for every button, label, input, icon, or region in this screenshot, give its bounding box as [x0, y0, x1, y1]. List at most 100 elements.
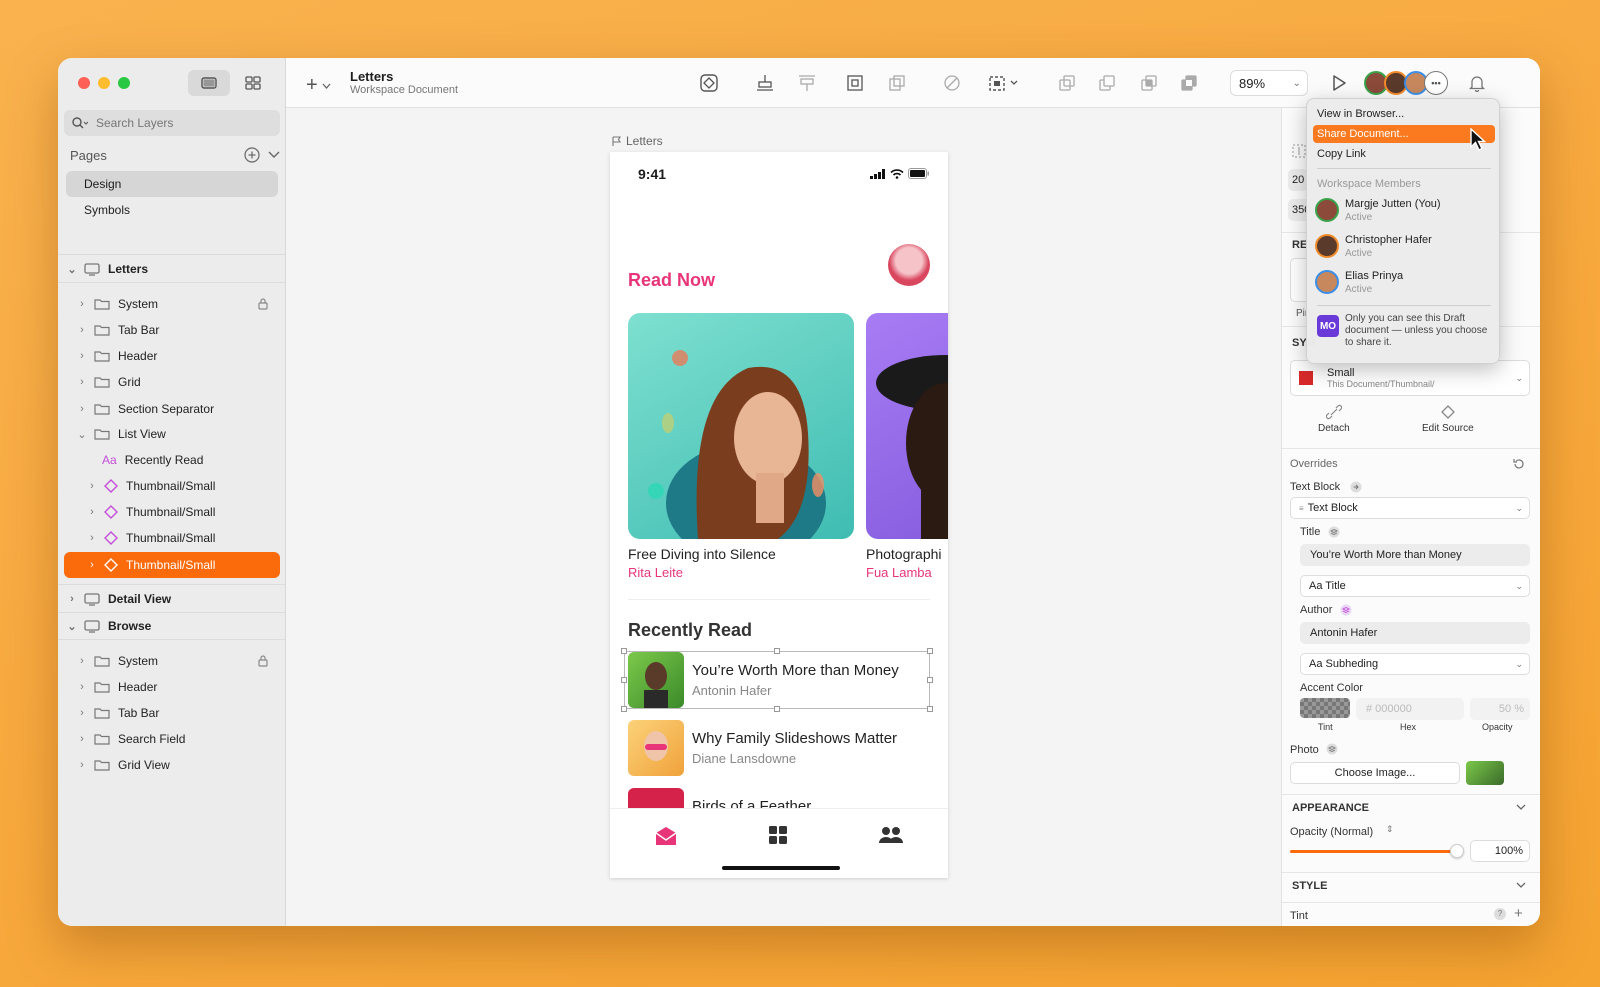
opacity-slider[interactable]	[1290, 850, 1460, 853]
layer-symbol-thumbnail-small[interactable]: › Thumbnail/Small	[58, 525, 286, 551]
member-item[interactable]: Elias Prinya Active	[1315, 268, 1495, 300]
chevron-right-icon[interactable]: ›	[76, 403, 88, 415]
layer-folder-system[interactable]: › System	[58, 648, 286, 674]
opacity-blend-label[interactable]: Opacity (Normal)	[1290, 826, 1373, 838]
opacity-input[interactable]: 50 %	[1470, 698, 1530, 720]
resize-button[interactable]	[986, 72, 1022, 94]
chevron-down-icon[interactable]: ⌄	[66, 263, 78, 276]
chevron-right-icon[interactable]: ›	[76, 655, 88, 667]
chevron-down-icon[interactable]	[1516, 882, 1526, 889]
artboard-letters[interactable]: 9:41 Read Now Free Diving into Silence R…	[610, 152, 948, 878]
menu-item-share-document[interactable]: Share Document...	[1313, 125, 1495, 143]
zoom-window-button[interactable]	[118, 77, 130, 89]
opacity-percent-input[interactable]: 100%	[1470, 840, 1530, 862]
x-field[interactable]: 20	[1288, 169, 1308, 191]
profile-avatar[interactable]	[888, 244, 930, 286]
canvas-view-button[interactable]	[188, 70, 230, 96]
text-block-select[interactable]: ≡ Text Block ⌄	[1290, 497, 1530, 519]
mask-button[interactable]	[844, 72, 866, 94]
lock-icon[interactable]	[258, 297, 268, 310]
layer-folder-header[interactable]: › Header	[58, 674, 286, 700]
menu-item-copy-link[interactable]: Copy Link	[1313, 145, 1495, 163]
list-item[interactable]: Why Family Slideshows Matter Diane Lansd…	[628, 720, 928, 776]
difference-button[interactable]	[1178, 72, 1200, 94]
chevron-down-icon[interactable]	[1516, 804, 1526, 811]
layer-folder-tab-bar[interactable]: › Tab Bar	[58, 317, 286, 343]
layer-folder-search-field[interactable]: › Search Field	[58, 726, 286, 752]
layer-text-recently-read[interactable]: Aa Recently Read	[58, 447, 286, 473]
flatten-button[interactable]	[941, 72, 963, 94]
align-bottom-button[interactable]	[754, 72, 776, 94]
arrow-circle-icon[interactable]	[1350, 481, 1362, 493]
slider-thumb[interactable]	[1450, 844, 1464, 858]
close-window-button[interactable]	[78, 77, 90, 89]
layer-folder-header[interactable]: › Header	[58, 343, 286, 369]
chevron-right-icon[interactable]: ›	[76, 733, 88, 745]
article-card-image[interactable]	[866, 313, 948, 539]
symbol-source-select[interactable]: Small This Document/Thumbnail/ ⌄	[1290, 360, 1530, 396]
search-input[interactable]	[96, 116, 256, 130]
chevron-down-icon[interactable]: ⌄	[76, 428, 88, 441]
minimize-window-button[interactable]	[98, 77, 110, 89]
zoom-select[interactable]: 89% ⌄	[1230, 70, 1308, 96]
layer-folder-tab-bar[interactable]: › Tab Bar	[58, 700, 286, 726]
tint-swatch[interactable]	[1300, 698, 1350, 718]
collaborator-avatars[interactable]: •••	[1364, 71, 1448, 95]
chevron-right-icon[interactable]: ›	[76, 681, 88, 693]
add-page-icon[interactable]	[244, 147, 260, 163]
detach-button[interactable]: Detach	[1318, 404, 1350, 434]
choose-image-button[interactable]: Choose Image...	[1290, 762, 1460, 784]
union-button[interactable]	[1056, 72, 1078, 94]
distribute-icon[interactable]	[1292, 144, 1306, 158]
hex-input[interactable]: # 000000	[1356, 698, 1464, 720]
chevron-right-icon[interactable]: ›	[76, 324, 88, 336]
grid-view-button[interactable]	[232, 70, 274, 96]
layer-symbol-thumbnail-small[interactable]: › Thumbnail/Small	[58, 499, 286, 525]
intersect-button[interactable]	[1138, 72, 1160, 94]
preview-button[interactable]	[1328, 72, 1350, 94]
lock-icon[interactable]	[258, 654, 268, 667]
layer-symbol-thumbnail-small[interactable]: › Thumbnail/Small	[58, 473, 286, 499]
layer-folder-system[interactable]: › System	[58, 291, 286, 317]
page-item-design[interactable]: Design	[66, 171, 278, 197]
chevron-right-icon[interactable]: ›	[86, 506, 98, 518]
layer-folder-grid[interactable]: › Grid	[58, 369, 286, 395]
author-override-input[interactable]: Antonin Hafer	[1300, 622, 1530, 644]
layer-artboard-browse[interactable]: ⌄ Browse	[58, 613, 286, 639]
scale-button[interactable]	[886, 72, 908, 94]
insert-button[interactable]: +	[306, 74, 331, 97]
member-item[interactable]: Margje Jutten (You) Active	[1315, 196, 1495, 228]
chevron-right-icon[interactable]: ›	[76, 350, 88, 362]
chevron-down-icon[interactable]	[268, 151, 280, 159]
title-style-select[interactable]: Aa Title ⌄	[1300, 575, 1530, 597]
title-override-input[interactable]: You’re Worth More than Money	[1300, 544, 1530, 566]
member-item[interactable]: Christopher Hafer Active	[1315, 232, 1495, 264]
reset-icon[interactable]	[1512, 457, 1526, 471]
artboard-label[interactable]: Letters	[612, 134, 663, 148]
chevron-down-icon[interactable]: ⌄	[66, 620, 78, 633]
author-style-select[interactable]: Aa Subheding ⌄	[1300, 653, 1530, 675]
more-icon[interactable]: •••	[1424, 71, 1448, 95]
layer-symbol-thumbnail-small-selected[interactable]: › Thumbnail/Small	[64, 552, 280, 578]
menu-item-view-in-browser[interactable]: View in Browser...	[1313, 105, 1495, 123]
up-down-chevron-icon[interactable]: ⇕	[1386, 824, 1394, 835]
layer-artboard-detail-view[interactable]: › Detail View	[58, 586, 286, 612]
subtract-button[interactable]	[1096, 72, 1118, 94]
layer-folder-grid-view[interactable]: › Grid View	[58, 752, 286, 778]
chevron-right-icon[interactable]: ›	[86, 480, 98, 492]
page-item-symbols[interactable]: Symbols	[66, 197, 278, 223]
edit-source-button[interactable]: Edit Source	[1422, 404, 1474, 434]
chevron-right-icon[interactable]: ›	[76, 298, 88, 310]
layer-artboard-letters[interactable]: ⌄ Letters	[58, 256, 286, 282]
canvas[interactable]: Letters 9:41 Read Now Free Diving into S…	[286, 108, 1281, 926]
chevron-right-icon[interactable]: ›	[86, 559, 98, 571]
chevron-right-icon[interactable]: ›	[86, 532, 98, 544]
help-icon[interactable]: ?	[1494, 908, 1506, 920]
chevron-right-icon[interactable]: ›	[76, 759, 88, 771]
article-card-image[interactable]	[628, 313, 854, 539]
list-item[interactable]: You’re Worth More than Money Antonin Haf…	[628, 652, 928, 708]
chevron-right-icon[interactable]: ›	[76, 707, 88, 719]
photo-thumbnail[interactable]	[1466, 761, 1504, 785]
plus-icon[interactable]: +	[1514, 905, 1523, 922]
people-icon[interactable]	[878, 825, 904, 845]
